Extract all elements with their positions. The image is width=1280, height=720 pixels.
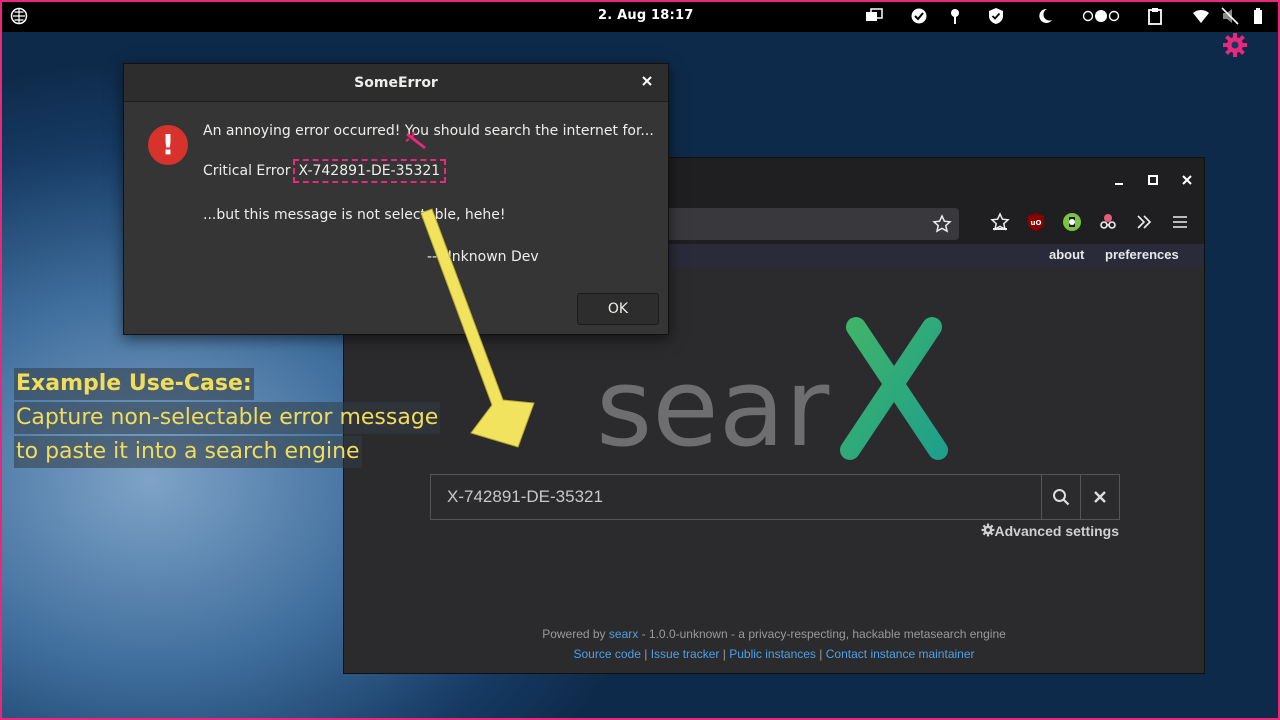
search-form	[430, 474, 1120, 520]
searx-logo-text: sear	[596, 346, 830, 465]
ok-button[interactable]: OK	[577, 293, 659, 325]
clear-icon	[1094, 491, 1106, 503]
dialog-close-icon[interactable]	[640, 74, 654, 88]
search-icon	[1053, 489, 1070, 506]
advanced-settings-label: Advanced settings	[994, 523, 1119, 539]
clock[interactable]: 2. Aug 18:17	[598, 8, 693, 23]
extension-glasses-icon[interactable]	[1098, 212, 1118, 232]
close-icon	[1182, 175, 1192, 185]
powered-by-text: Powered by	[542, 627, 606, 641]
footer-separator: |	[819, 647, 823, 661]
dialog-title: SomeError	[354, 75, 438, 91]
bookmark-star-icon[interactable]	[932, 214, 952, 234]
footer-links: Source code | Issue tracker | Public ins…	[344, 647, 1204, 661]
annotation-line1: Capture non-selectable error message	[14, 402, 441, 434]
wifi-icon[interactable]	[1192, 7, 1210, 25]
night-mode-icon[interactable]	[1036, 7, 1054, 25]
searx-logo: sear	[596, 317, 948, 465]
dialog-titlebar[interactable]: SomeError	[124, 64, 668, 102]
issue-tracker-link[interactable]: Issue tracker	[651, 647, 720, 661]
screens-icon[interactable]	[865, 7, 883, 25]
ublock-icon[interactable]: uO	[1026, 212, 1046, 232]
settings-gear-icon[interactable]	[1222, 32, 1248, 58]
critical-error-label: Critical Error	[203, 163, 291, 179]
source-code-link[interactable]: Source code	[574, 647, 641, 661]
preferences-link[interactable]: preferences	[1105, 247, 1179, 262]
footer-separator: |	[722, 647, 726, 661]
workspace-indicator-icon[interactable]	[1082, 7, 1122, 25]
dialog-message-line2: Critical Error X-742891-DE-35321	[203, 159, 447, 183]
close-window-button[interactable]	[1178, 171, 1196, 189]
pin-icon[interactable]	[946, 7, 964, 25]
about-link[interactable]: about	[1049, 247, 1084, 262]
bookmarks-icon[interactable]	[990, 212, 1010, 232]
check-circle-icon[interactable]	[910, 7, 928, 25]
top-panel: 2. Aug 18:17	[0, 0, 1280, 32]
public-instances-link[interactable]: Public instances	[729, 647, 816, 661]
battery-icon[interactable]	[1249, 7, 1267, 25]
footer-powered: Powered by searx - 1.0.0-unknown - a pri…	[344, 627, 1204, 641]
annotation-line2: to paste it into a search engine	[14, 436, 362, 468]
minimize-icon	[1115, 183, 1123, 185]
shield-icon[interactable]	[987, 7, 1005, 25]
maximize-icon	[1148, 175, 1158, 185]
annotation-heading: Example Use-Case:	[14, 368, 254, 400]
clipboard-icon[interactable]	[1146, 7, 1164, 25]
search-button[interactable]	[1041, 475, 1080, 519]
search-input[interactable]	[431, 475, 1041, 519]
error-code-selection: X-742891-DE-35321	[292, 159, 447, 183]
version-text: - 1.0.0-unknown - a privacy-respecting, …	[641, 627, 1006, 641]
volume-muted-icon[interactable]	[1221, 7, 1239, 25]
maximize-button[interactable]	[1144, 171, 1162, 189]
apps-grid-icon[interactable]	[10, 7, 28, 25]
clear-search-button[interactable]	[1080, 475, 1119, 519]
advanced-settings-link[interactable]: Advanced settings	[981, 523, 1119, 539]
svg-text:uO: uO	[1031, 219, 1042, 227]
more-extensions-icon[interactable]	[1134, 212, 1154, 232]
footer-separator: |	[644, 647, 648, 661]
cog-icon	[981, 523, 994, 537]
hamburger-menu-icon[interactable]	[1170, 212, 1190, 232]
privacy-badger-icon[interactable]	[1062, 212, 1082, 232]
minimize-button[interactable]	[1110, 171, 1128, 189]
capture-crosshair-icon	[405, 131, 426, 150]
searx-link[interactable]: searx	[609, 627, 638, 641]
error-icon: !	[148, 125, 188, 165]
dialog-message-line3: ...but this message is not selectable, h…	[203, 207, 506, 223]
dialog-signature: -- Unknown Dev	[427, 249, 539, 265]
error-dialog: SomeError ! An annoying error occurred! …	[123, 63, 669, 335]
contact-maintainer-link[interactable]: Contact instance maintainer	[826, 647, 975, 661]
